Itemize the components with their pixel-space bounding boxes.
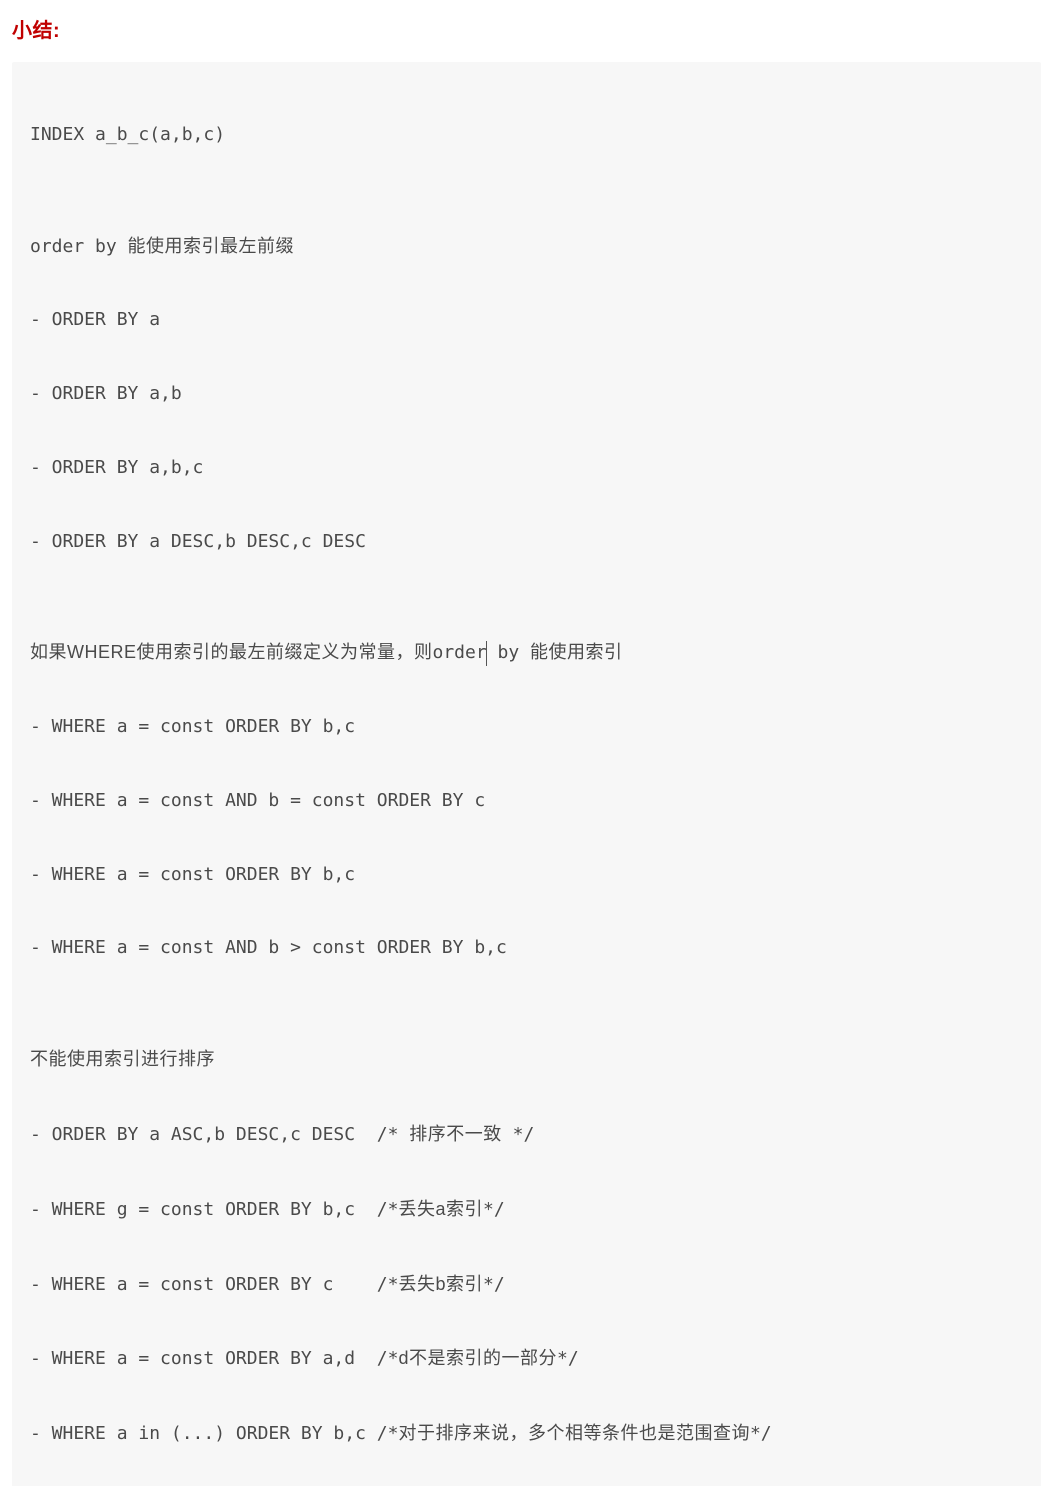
comment-close: */ [557,1348,579,1369]
comment-open: /* [377,1199,399,1220]
code-text: - WHERE g = const ORDER BY b,c [30,1199,377,1220]
code-line: - ORDER BY a [30,302,1023,339]
code-text: - ORDER BY a ASC,b DESC,c DESC [30,1124,377,1145]
section-heading: 小结: [12,16,1041,46]
comment-cn: 对于排序来说，多个相等条件也是范围查询 [398,1423,750,1443]
comment-open: /* [377,1124,410,1145]
code-line: - ORDER BY a ASC,b DESC,c DESC /* 排序不一致 … [30,1116,1023,1154]
comment-open: /* [377,1348,399,1369]
comment-cn: d不是索引的一部分 [398,1348,557,1368]
code-line: - WHERE a = const ORDER BY a,d /*d不是索引的一… [30,1340,1023,1378]
comment-close: */ [502,1124,535,1145]
code-line: - WHERE a = const ORDER BY c /*丢失b索引*/ [30,1266,1023,1304]
code-line: - ORDER BY a,b,c [30,450,1023,487]
comment-close: */ [750,1423,772,1444]
code-line: - WHERE a in (...) ORDER BY b,c /*对于排序来说… [30,1415,1023,1453]
comment-cn: 丢失b索引 [398,1274,483,1294]
code-text: by [487,642,530,663]
code-text: order by [30,236,128,257]
code-block: INDEX a_b_c(a,b,c) order by 能使用索引最左前缀 - … [12,62,1041,1486]
code-text-cn: 不能使用索引进行排序 [30,1049,215,1069]
comment-close: */ [483,1274,505,1295]
code-text-cn: 如果WHERE使用索引的最左前缀定义为常量，则 [30,642,433,662]
comment-close: */ [483,1199,505,1220]
code-text-cn: 能使用索引最左前缀 [128,236,295,256]
code-text: - WHERE a in (...) ORDER BY b,c [30,1423,377,1444]
comment-open: /* [377,1423,399,1444]
comment-cn: 丢失a索引 [398,1199,483,1219]
code-line: - ORDER BY a DESC,b DESC,c DESC [30,524,1023,561]
code-section-title: 不能使用索引进行排序 [30,1041,1023,1079]
code-text: - WHERE a = const ORDER BY a,d [30,1348,377,1369]
code-line: - WHERE a = const AND b > const ORDER BY… [30,930,1023,967]
code-section-title: 如果WHERE使用索引的最左前缀定义为常量，则order by 能使用索引 [30,634,1023,672]
comment-cn: 排序不一致 [409,1124,502,1144]
code-line: - WHERE g = const ORDER BY b,c /*丢失a索引*/ [30,1191,1023,1229]
code-line: INDEX a_b_c(a,b,c) [30,117,1023,154]
comment-open: /* [377,1274,399,1295]
code-text: - WHERE a = const ORDER BY c [30,1274,377,1295]
code-section-title: order by 能使用索引最左前缀 [30,228,1023,266]
code-text-cn: 能使用索引 [530,642,623,662]
code-line: - WHERE a = const AND b = const ORDER BY… [30,783,1023,820]
text-cursor-icon [486,641,487,666]
code-line: - WHERE a = const ORDER BY b,c [30,857,1023,894]
code-text: order [433,642,487,663]
code-line: - ORDER BY a,b [30,376,1023,413]
code-line: - WHERE a = const ORDER BY b,c [30,709,1023,746]
